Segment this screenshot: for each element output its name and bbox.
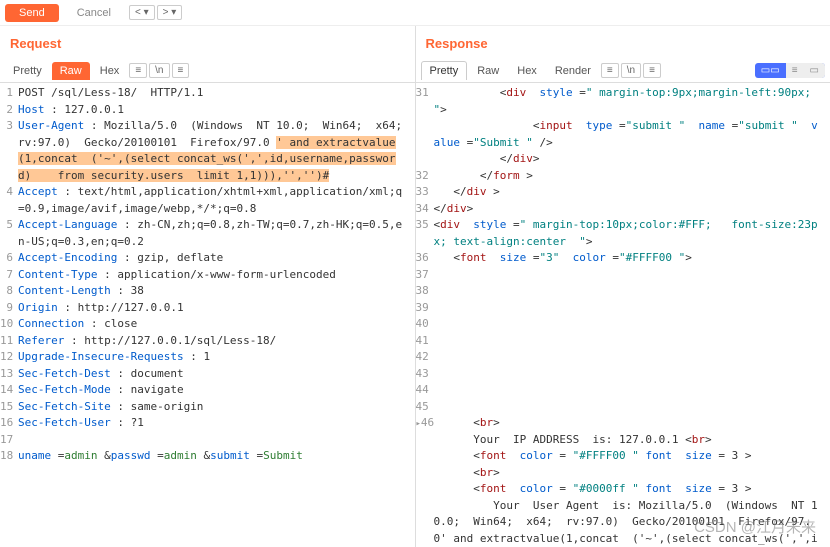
- response-line: 31 <div style =" margin-top:9px;margin-l…: [416, 85, 830, 168]
- request-line: 17: [0, 432, 415, 449]
- request-line: 18uname =admin &passwd =admin &submit =S…: [0, 448, 415, 465]
- view-mode-c-icon[interactable]: ▭: [804, 63, 825, 78]
- request-line: 7Content-Type : application/x-www-form-u…: [0, 267, 415, 284]
- request-tool-3[interactable]: ≡: [172, 63, 190, 78]
- request-line: 1POST /sql/Less-18/ HTTP/1.1: [0, 85, 415, 102]
- response-line: 39: [416, 300, 830, 317]
- request-line: 4Accept : text/html,application/xhtml+xm…: [0, 184, 415, 217]
- response-tool-3[interactable]: ≡: [643, 63, 661, 78]
- response-line: 41: [416, 333, 830, 350]
- request-tab-raw[interactable]: Raw: [52, 62, 90, 80]
- request-line: 2Host : 127.0.0.1: [0, 102, 415, 119]
- response-line: 44: [416, 382, 830, 399]
- response-line: ▸46 <br> Your IP ADDRESS is: 127.0.0.1 <…: [416, 415, 830, 547]
- request-title: Request: [0, 26, 415, 59]
- response-line: 38: [416, 283, 830, 300]
- request-line: 8Content-Length : 38: [0, 283, 415, 300]
- response-view-toggle[interactable]: ▭▭ ≡ ▭: [755, 63, 825, 78]
- request-code-area[interactable]: 1POST /sql/Less-18/ HTTP/1.12Host : 127.…: [0, 83, 415, 547]
- response-line: 45: [416, 399, 830, 416]
- request-line: 10Connection : close: [0, 316, 415, 333]
- response-tool-newline[interactable]: \n: [621, 63, 641, 78]
- request-line: 15Sec-Fetch-Site : same-origin: [0, 399, 415, 416]
- response-tab-render[interactable]: Render: [547, 62, 599, 80]
- response-line: 36 <font size ="3" color ="#FFFF00 ">: [416, 250, 830, 267]
- request-line: 16Sec-Fetch-User : ?1: [0, 415, 415, 432]
- response-tab-hex[interactable]: Hex: [509, 62, 545, 80]
- response-title: Response: [416, 26, 830, 59]
- request-line: 6Accept-Encoding : gzip, deflate: [0, 250, 415, 267]
- request-line: 3User-Agent : Mozilla/5.0 (Windows NT 10…: [0, 118, 415, 184]
- response-line: 40: [416, 316, 830, 333]
- history-next-button[interactable]: > ▾: [157, 5, 183, 20]
- response-line: 37: [416, 267, 830, 284]
- response-line: 33 </div >: [416, 184, 830, 201]
- response-panel: Response Pretty Raw Hex Render ≡ \n ≡ ▭▭…: [416, 26, 830, 547]
- request-line: 5Accept-Language : zh-CN,zh;q=0.8,zh-TW;…: [0, 217, 415, 250]
- view-mode-a-icon[interactable]: ▭▭: [755, 63, 786, 78]
- response-line: 43: [416, 366, 830, 383]
- request-line: 12Upgrade-Insecure-Requests : 1: [0, 349, 415, 366]
- request-line: 11Referer : http://127.0.0.1/sql/Less-18…: [0, 333, 415, 350]
- response-line: 42: [416, 349, 830, 366]
- view-mode-b-icon[interactable]: ≡: [786, 63, 804, 78]
- send-button[interactable]: Send: [5, 4, 59, 22]
- request-line: 9Origin : http://127.0.0.1: [0, 300, 415, 317]
- response-tab-pretty[interactable]: Pretty: [421, 61, 468, 80]
- request-line: 13Sec-Fetch-Dest : document: [0, 366, 415, 383]
- response-line: 32 </form >: [416, 168, 830, 185]
- request-tab-pretty[interactable]: Pretty: [5, 62, 50, 80]
- request-tool-1[interactable]: ≡: [129, 63, 147, 78]
- response-line: 34</div>: [416, 201, 830, 218]
- request-panel: Request Pretty Raw Hex ≡ \n ≡ 1POST /sql…: [0, 26, 416, 547]
- response-line: 35<div style =" margin-top:10px;color:#F…: [416, 217, 830, 250]
- cancel-button[interactable]: Cancel: [67, 4, 121, 22]
- response-tool-1[interactable]: ≡: [601, 63, 619, 78]
- request-tab-hex[interactable]: Hex: [92, 62, 128, 80]
- request-line: 14Sec-Fetch-Mode : navigate: [0, 382, 415, 399]
- history-prev-button[interactable]: < ▾: [129, 5, 155, 20]
- response-tab-raw[interactable]: Raw: [469, 62, 507, 80]
- request-tool-newline[interactable]: \n: [149, 63, 169, 78]
- response-code-area[interactable]: 31 <div style =" margin-top:9px;margin-l…: [416, 83, 830, 547]
